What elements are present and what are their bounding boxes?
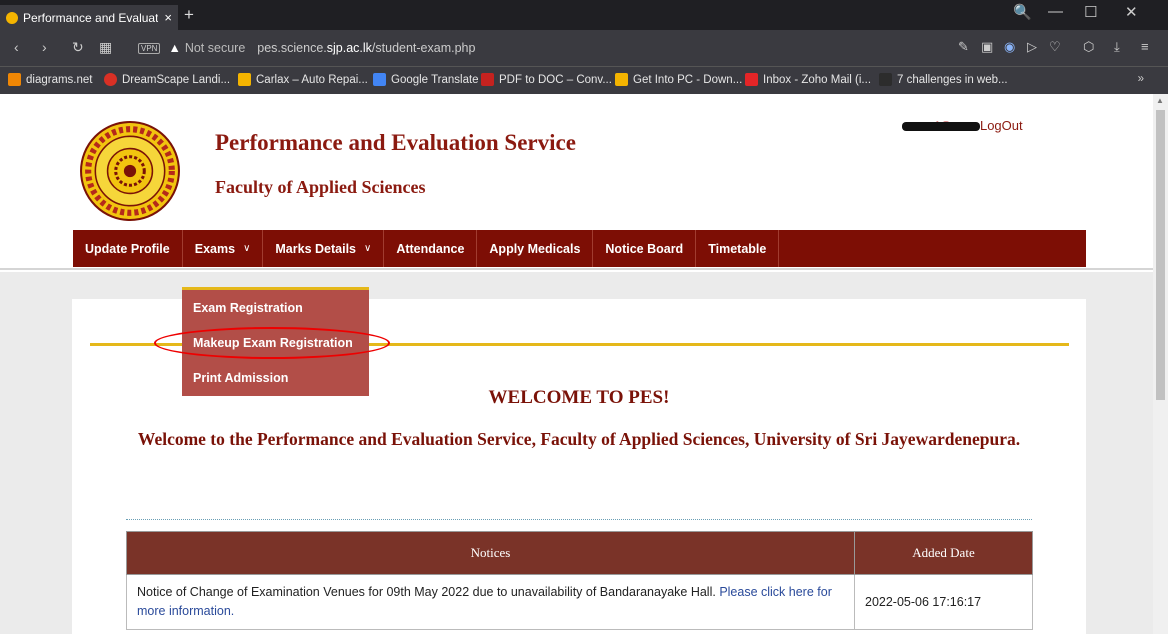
- pdf-icon: [481, 73, 494, 86]
- tab-title: Performance and Evaluation: [23, 10, 159, 25]
- logout-link[interactable]: LogOut: [980, 118, 1023, 133]
- url-text: pes.science.sjp.ac.lk/student-exam.php: [257, 41, 475, 55]
- bookmarks-overflow-button[interactable]: »: [1138, 73, 1144, 85]
- warning-icon: ▲: [168, 41, 181, 55]
- nav-update-profile[interactable]: Update Profile: [73, 230, 183, 267]
- notices-table: Notices Added Date Notice of Change of E…: [126, 531, 1033, 630]
- table-header-row: Notices Added Date: [126, 531, 1033, 575]
- page-viewport: Performance and Evaluation Service Facul…: [0, 94, 1153, 634]
- nav-marks-details[interactable]: Marks Details ∨: [263, 230, 385, 267]
- bookmark-label: diagrams.net: [26, 73, 93, 86]
- bookmark-label: Google Translate: [391, 73, 479, 86]
- share-icon[interactable]: ✎: [958, 39, 969, 55]
- back-icon[interactable]: ‹: [14, 39, 19, 55]
- welcome-message: Welcome to the Performance and Evaluatio…: [137, 429, 1021, 449]
- bookmark-item[interactable]: 7 challenges in web...: [879, 73, 1008, 86]
- bookmark-item[interactable]: Google Translate: [373, 73, 479, 86]
- site-favicon-icon: [6, 11, 18, 24]
- site-subtitle: Faculty of Applied Sciences: [215, 177, 426, 197]
- bookmark-label: Get Into PC - Down...: [633, 73, 743, 86]
- bookmarks-bar: diagrams.net DreamScape Landi... Carlax …: [0, 66, 1168, 94]
- url-domain: sjp.ac.lk: [326, 41, 372, 55]
- nav-notice-board[interactable]: Notice Board: [593, 230, 697, 267]
- page-scrollbar[interactable]: ▲: [1153, 94, 1168, 634]
- nav-label: Exams: [194, 241, 236, 256]
- maximize-button[interactable]: ☐: [1084, 3, 1097, 21]
- address-toolbar: ‹ › ↻ ▦ VPN ▲ Not secure pes.science.sjp…: [0, 30, 1168, 66]
- site-title: Performance and Evaluation Service: [215, 130, 576, 155]
- nav-label: Marks Details: [275, 241, 356, 256]
- search-tabs-icon[interactable]: 🔍: [1013, 3, 1032, 21]
- dotted-divider: [126, 519, 1032, 520]
- tumblr-icon: [879, 73, 892, 86]
- nav-label: Attendance: [396, 241, 465, 256]
- shield-icon[interactable]: ◉: [1004, 39, 1015, 55]
- reload-icon[interactable]: ↻: [72, 39, 84, 56]
- getintopc-icon: [615, 73, 628, 86]
- tab-close-icon[interactable]: ×: [164, 10, 172, 25]
- translate-icon: [373, 73, 386, 86]
- redaction-mark: [902, 122, 981, 132]
- menu-icon[interactable]: ≡: [1141, 39, 1149, 54]
- bookmark-label: DreamScape Landi...: [122, 73, 231, 86]
- user-area: AS LogOut: [902, 118, 1023, 133]
- diagrams-icon: [8, 73, 21, 86]
- carlax-icon: [238, 73, 251, 86]
- nav-exams[interactable]: Exams ∨: [183, 230, 264, 267]
- zoho-icon: [745, 73, 758, 86]
- bookmark-item[interactable]: PDF to DOC – Conv...: [481, 73, 612, 86]
- snapshot-icon[interactable]: ▣: [981, 39, 993, 55]
- url-prefix: pes.science.: [257, 41, 327, 55]
- nav-label: Timetable: [708, 241, 767, 256]
- dreamscape-icon: [104, 73, 117, 86]
- nav-label: Notice Board: [605, 241, 684, 256]
- notice-cell: Notice of Change of Examination Venues f…: [126, 574, 855, 630]
- nav-attendance[interactable]: Attendance: [384, 230, 478, 267]
- bookmark-label: Carlax – Auto Repai...: [256, 73, 368, 86]
- bookmark-label: Inbox - Zoho Mail (i...: [763, 73, 872, 86]
- close-window-button[interactable]: ✕: [1125, 3, 1138, 21]
- url-path: /student-exam.php: [371, 41, 476, 55]
- scroll-up-icon[interactable]: ▲: [1156, 96, 1164, 105]
- column-header-added-date: Added Date: [854, 531, 1033, 575]
- table-row: Notice of Change of Examination Venues f…: [126, 574, 1033, 630]
- column-header-notices: Notices: [126, 531, 855, 575]
- speed-dial-icon[interactable]: ▦: [99, 39, 112, 56]
- notice-date-cell: 2022-05-06 17:16:17: [854, 574, 1033, 630]
- nav-label: Apply Medicals: [489, 241, 581, 256]
- browser-tab-bar: Performance and Evaluation × + 🔍 — ☐ ✕: [0, 0, 1168, 30]
- scrollbar-thumb[interactable]: [1156, 110, 1165, 400]
- nav-apply-medicals[interactable]: Apply Medicals: [477, 230, 594, 267]
- notice-text: Notice of Change of Examination Venues f…: [137, 585, 720, 599]
- chevron-down-icon: ∨: [243, 243, 251, 254]
- new-tab-button[interactable]: +: [184, 5, 194, 25]
- extensions-icon[interactable]: ⬡: [1083, 39, 1094, 55]
- browser-tab[interactable]: Performance and Evaluation ×: [0, 5, 178, 30]
- vpn-badge[interactable]: VPN: [138, 42, 161, 54]
- download-icon[interactable]: ⤓: [1114, 39, 1120, 55]
- bookmark-item[interactable]: Inbox - Zoho Mail (i...: [745, 73, 871, 86]
- main-nav: Update Profile Exams ∨ Marks Details ∨ Att…: [73, 230, 1086, 267]
- heart-icon[interactable]: ♡: [1049, 39, 1061, 55]
- nav-label: Update Profile: [85, 241, 170, 256]
- bookmark-item[interactable]: DreamScape Landi...: [104, 73, 230, 86]
- menu-item-print-admission[interactable]: Print Admission: [182, 360, 369, 395]
- bookmark-item[interactable]: Carlax – Auto Repai...: [238, 73, 368, 86]
- annotation-highlight-ellipse: [154, 327, 390, 359]
- chevron-down-icon: ∨: [364, 243, 372, 254]
- url-bar[interactable]: VPN ▲ Not secure pes.science.sjp.ac.lk/s…: [138, 37, 475, 59]
- bookmark-label: 7 challenges in web...: [897, 73, 1008, 86]
- bookmark-label: PDF to DOC – Conv...: [499, 73, 612, 86]
- bookmark-item[interactable]: Get Into PC - Down...: [615, 73, 742, 86]
- nav-timetable[interactable]: Timetable: [696, 230, 780, 267]
- forward-icon[interactable]: ›: [42, 39, 47, 55]
- menu-item-exam-registration[interactable]: Exam Registration: [182, 290, 369, 325]
- minimize-button[interactable]: —: [1048, 3, 1063, 20]
- university-logo: [80, 121, 180, 221]
- bookmark-item[interactable]: diagrams.net: [8, 73, 92, 86]
- security-status[interactable]: Not secure: [185, 41, 245, 55]
- send-icon[interactable]: ▷: [1027, 39, 1037, 55]
